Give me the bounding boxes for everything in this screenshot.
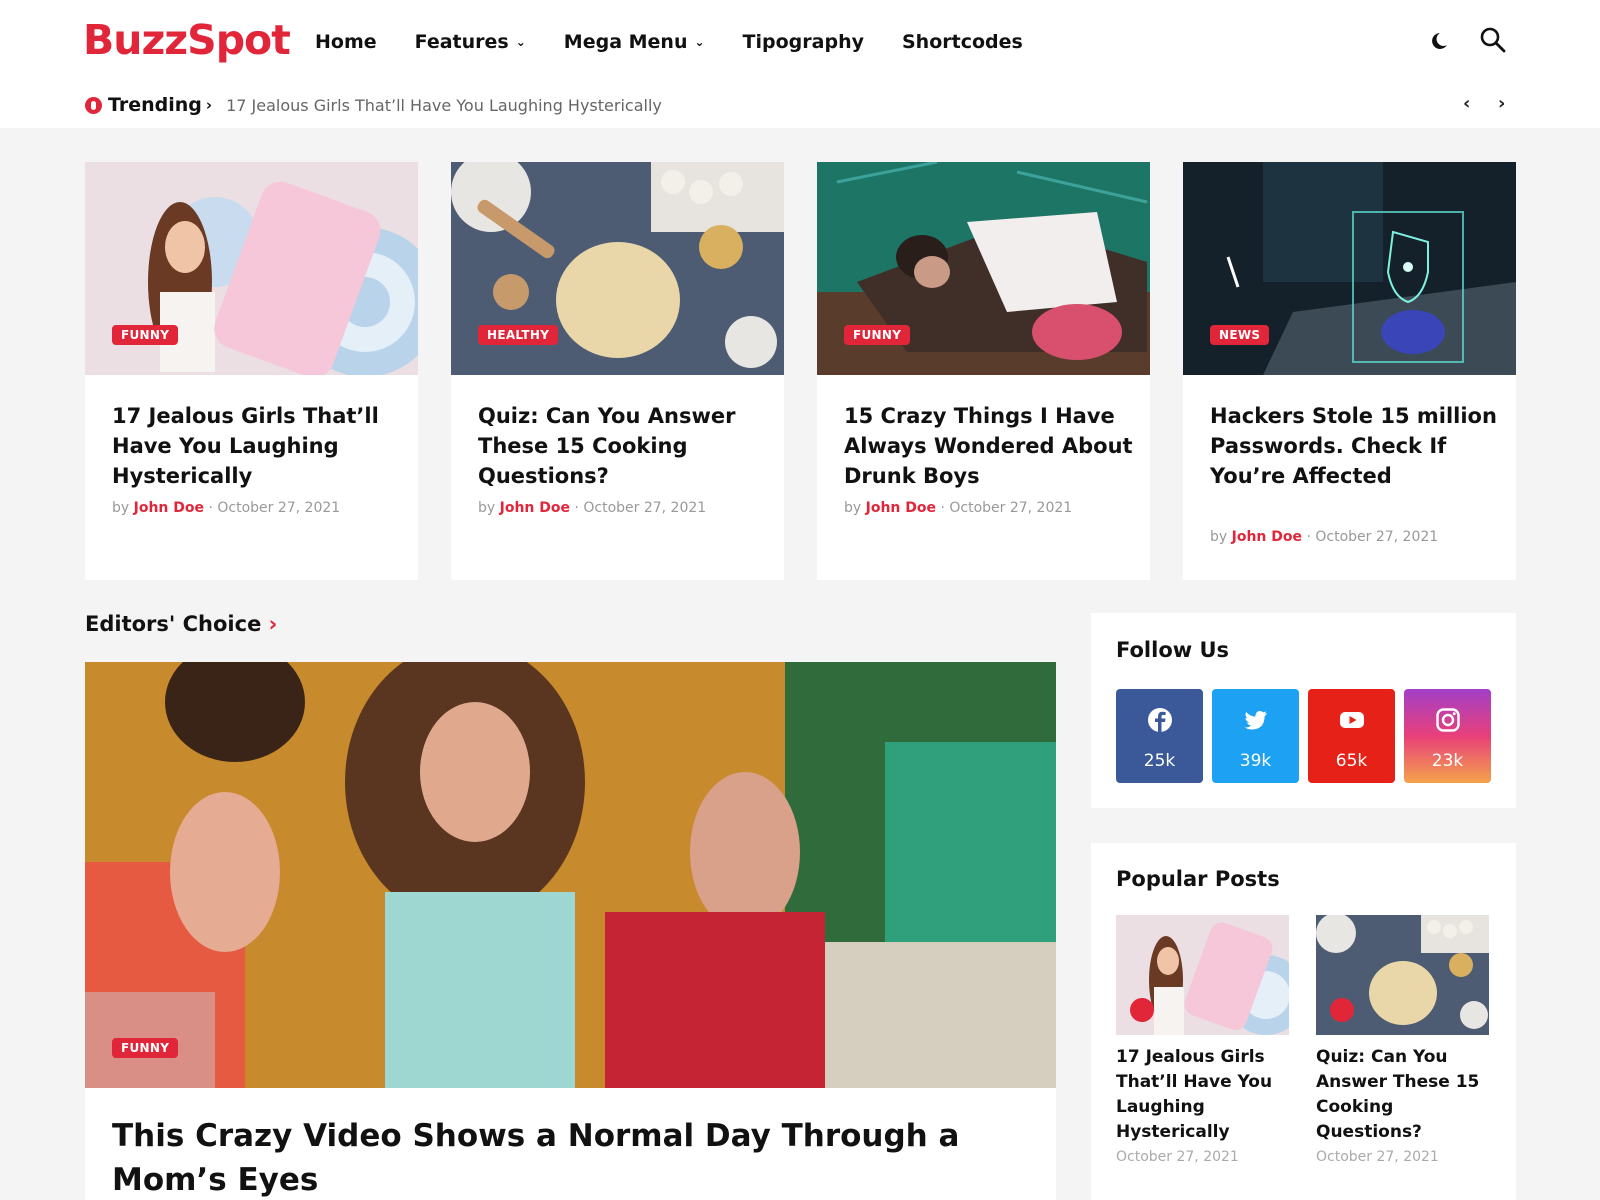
featured-image [85,662,1056,1088]
post-date: October 27, 2021 [1315,529,1439,545]
post-meta: by John Doe · October 27, 2021 [844,500,1072,516]
post-rank-badge [1330,998,1354,1022]
twitter-button[interactable]: 39k [1212,689,1299,783]
follower-count: 23k [1431,751,1464,771]
meta-by: by [1210,529,1228,545]
popular-post-thumbnail[interactable] [1316,915,1489,1035]
meta-separator: · [574,500,579,516]
trending-bar: Trending › 17 Jealous Girls That’ll Have… [85,93,662,117]
dark-mode-icon[interactable] [1427,26,1455,54]
meta-separator: · [208,500,213,516]
follower-count: 25k [1143,751,1176,771]
follow-us-widget: Follow Us 25k 39k 65k 23k [1091,613,1516,808]
nav-label: Mega Menu [563,31,688,53]
category-badge[interactable]: NEWS [1210,325,1270,345]
post-title[interactable]: Quiz: Can You Answer These 15 Cooking Qu… [478,401,768,491]
nav-label: Tipography [742,31,864,53]
post-date: October 27, 2021 [217,500,341,516]
meta-separator: · [940,500,945,516]
category-badge[interactable]: FUNNY [844,325,911,345]
search-icon[interactable] [1479,26,1507,54]
popular-posts-widget: Popular Posts 17 Jealous Girls That’ll H… [1091,843,1516,1200]
meta-separator: · [1306,529,1311,545]
section-heading-editors-choice[interactable]: Editors' Choice › [85,612,277,636]
nav-shortcodes[interactable]: Shortcodes [902,28,1023,56]
section-heading-label: Editors' Choice [85,612,262,636]
post-thumbnail[interactable]: NEWS [1183,162,1516,375]
post-author[interactable]: John Doe [500,500,570,516]
trending-icon [85,96,102,114]
category-badge[interactable]: HEALTHY [478,325,559,345]
popular-post-title[interactable]: 17 Jealous Girls That’ll Have You Laughi… [1116,1045,1286,1145]
post-title[interactable]: 15 Crazy Things I Have Always Wondered A… [844,401,1134,491]
post-thumbnail[interactable]: FUNNY [817,162,1150,375]
instagram-button[interactable]: 23k [1404,689,1491,783]
nav-label: Shortcodes [901,31,1023,53]
youtube-icon [1340,712,1364,728]
post-author[interactable]: John Doe [1232,529,1302,545]
post-title[interactable]: 17 Jealous Girls That’ll Have You Laughi… [112,401,402,491]
trending-next-button[interactable]: › [1498,93,1505,114]
widget-title: Popular Posts [1116,867,1280,891]
category-badge[interactable]: FUNNY [112,325,179,345]
nav-mega-menu[interactable]: Mega Menu ⌄ [564,28,705,56]
trending-label: Trending [108,94,202,116]
post-title[interactable]: Hackers Stole 15 million Passwords. Chec… [1210,401,1500,491]
youtube-button[interactable]: 65k [1308,689,1395,783]
nav-label: Features [414,31,509,53]
post-date: October 27, 2021 [949,500,1073,516]
nav-label: Home [315,31,377,53]
post-card[interactable]: FUNNY 15 Crazy Things I Have Always Wond… [817,162,1150,580]
post-thumbnail[interactable]: FUNNY [85,162,418,375]
post-thumbnail[interactable]: HEALTHY [451,162,784,375]
site-header: BuzzSpot Home Features ⌄ Mega Menu ⌄ Tipog… [0,0,1600,128]
trending-prev-button[interactable]: ‹ [1463,93,1470,114]
featured-post[interactable]: FUNNY This Crazy Video Shows a Normal Da… [85,662,1056,1200]
widget-title: Follow Us [1116,638,1230,662]
chevron-down-icon: ⌄ [515,35,526,49]
category-badge[interactable]: FUNNY [112,1038,179,1058]
trending-headline[interactable]: 17 Jealous Girls That’ll Have You Laughi… [226,96,662,115]
post-card[interactable]: NEWS Hackers Stole 15 million Passwords.… [1183,162,1516,580]
site-logo[interactable]: BuzzSpot [83,16,291,64]
popular-post-date: October 27, 2021 [1116,1149,1239,1165]
facebook-icon [1148,708,1172,732]
meta-by: by [112,500,130,516]
follower-count: 65k [1335,751,1368,771]
post-author[interactable]: John Doe [134,500,204,516]
post-meta: by John Doe · October 27, 2021 [1210,529,1438,545]
chevron-right-icon: › [268,612,278,636]
post-card[interactable]: FUNNY 17 Jealous Girls That’ll Have You … [85,162,418,580]
popular-post[interactable]: 17 Jealous Girls That’ll Have You Laughi… [1116,915,1289,1165]
twitter-icon [1244,711,1267,730]
post-card[interactable]: HEALTHY Quiz: Can You Answer These 15 Co… [451,162,784,580]
meta-by: by [844,500,862,516]
follower-count: 39k [1239,751,1272,771]
popular-post-date: October 27, 2021 [1316,1149,1439,1165]
popular-post-title[interactable]: Quiz: Can You Answer These 15 Cooking Qu… [1316,1045,1486,1145]
nav-features[interactable]: Features ⌄ [415,28,526,56]
nav-tipography[interactable]: Tipography [743,28,864,56]
popular-post[interactable]: Quiz: Can You Answer These 15 Cooking Qu… [1316,915,1489,1165]
instagram-icon [1436,708,1460,732]
featured-thumbnail[interactable]: FUNNY [85,662,1056,1088]
post-meta: by John Doe · October 27, 2021 [478,500,706,516]
facebook-button[interactable]: 25k [1116,689,1203,783]
post-date: October 27, 2021 [583,500,707,516]
featured-title[interactable]: This Crazy Video Shows a Normal Day Thro… [112,1114,1012,1200]
post-meta: by John Doe · October 27, 2021 [112,500,340,516]
post-author[interactable]: John Doe [866,500,936,516]
chevron-right-icon: › [205,96,213,114]
meta-by: by [478,500,496,516]
chevron-down-icon: ⌄ [694,35,705,49]
post-rank-badge [1130,998,1154,1022]
main-nav: Home Features ⌄ Mega Menu ⌄ Tipography Sho… [315,28,1061,56]
popular-post-thumbnail[interactable] [1116,915,1289,1035]
nav-home[interactable]: Home [315,28,377,56]
